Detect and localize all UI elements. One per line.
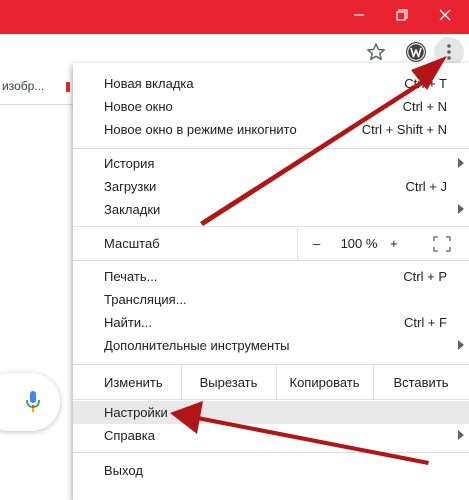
title-bar [0, 0, 469, 34]
menu-item-label: Дополнительные инструменты [104, 338, 290, 353]
zoom-value: 100 % [340, 236, 378, 251]
menu-item-shortcut: Ctrl + Shift + N [361, 122, 447, 137]
star-icon [367, 43, 385, 61]
menu-item-cast[interactable]: Трансляция... [73, 288, 469, 311]
page-tabs-strip: изобр... [0, 70, 80, 105]
microphone-icon[interactable] [24, 390, 42, 414]
menu-item-shortcut: Ctrl + F [404, 315, 447, 330]
close-icon [439, 9, 451, 21]
zoom-in-button[interactable]: + [390, 236, 398, 251]
menu-separator [73, 452, 469, 453]
menu-item-label: Новое окно [104, 99, 173, 114]
cut-button[interactable]: Вырезать [181, 365, 276, 400]
menu-separator [73, 399, 469, 400]
menu-separator [73, 226, 469, 227]
menu-item-downloads[interactable]: Загрузки Ctrl + J [73, 175, 469, 198]
menu-item-label: Новая вкладка [104, 76, 194, 91]
minimize-button[interactable] [337, 0, 381, 30]
menu-item-bookmarks[interactable]: Закладки [73, 198, 469, 221]
minimize-icon [354, 14, 364, 16]
menu-item-label: Загрузки [104, 179, 157, 194]
submenu-arrow-icon [458, 340, 464, 350]
submenu-arrow-icon [458, 430, 464, 440]
bookmark-star-button[interactable] [365, 41, 387, 63]
menu-item-incognito[interactable]: Новое окно в режиме инкогнито Ctrl + Shi… [73, 118, 469, 141]
page-marker [66, 82, 70, 92]
menu-item-new-tab[interactable]: Новая вкладка Ctrl + T [73, 72, 469, 95]
menu-item-label: Справка [104, 428, 155, 443]
menu-item-label: Трансляция... [104, 292, 187, 307]
menu-item-label: Печать... [104, 269, 158, 284]
menu-item-shortcut: Ctrl + T [404, 76, 447, 91]
zoom-label: Масштаб [104, 236, 160, 251]
menu-item-label: Выход [104, 463, 143, 478]
menu-edit-row: Изменить Вырезать Копировать Вставить [73, 365, 469, 400]
wordpress-extension-button[interactable] [405, 41, 427, 63]
zoom-out-button[interactable]: – [313, 236, 320, 251]
menu-separator [73, 148, 469, 149]
close-button[interactable] [423, 0, 467, 30]
menu-item-help[interactable]: Справка [73, 424, 469, 447]
menu-item-more-tools[interactable]: Дополнительные инструменты [73, 334, 469, 357]
wordpress-icon [406, 42, 426, 62]
menu-item-print[interactable]: Печать... Ctrl + P [73, 265, 469, 288]
menu-item-shortcut: Ctrl + N [402, 99, 447, 114]
page-link-partial[interactable]: изобр... [2, 79, 44, 93]
submenu-arrow-icon [458, 158, 464, 168]
edit-label: Изменить [104, 375, 163, 390]
menu-separator [73, 260, 469, 261]
menu-item-label: Найти... [104, 315, 152, 330]
menu-item-settings[interactable]: Настройки [73, 401, 469, 424]
chrome-main-menu: Новая вкладка Ctrl + T Новое окно Ctrl +… [73, 63, 469, 500]
copy-button[interactable]: Копировать [276, 365, 373, 400]
menu-zoom-row: Масштаб – 100 % + [73, 228, 469, 260]
paste-button[interactable]: Вставить [373, 365, 469, 400]
submenu-arrow-icon [458, 204, 464, 214]
menu-item-exit[interactable]: Выход [73, 459, 469, 482]
menu-item-shortcut: Ctrl + J [405, 179, 447, 194]
restore-button[interactable] [380, 0, 424, 30]
menu-item-shortcut: Ctrl + P [403, 269, 447, 284]
menu-item-label: Закладки [104, 202, 161, 217]
menu-item-find[interactable]: Найти... Ctrl + F [73, 311, 469, 334]
fullscreen-icon[interactable] [433, 236, 451, 252]
kebab-menu-icon [447, 44, 451, 60]
menu-item-history[interactable]: История [73, 152, 469, 175]
restore-icon [396, 9, 408, 21]
zoom-controls: – 100 % + [297, 228, 469, 260]
menu-item-label: Новое окно в режиме инкогнито [104, 122, 297, 137]
menu-item-new-window[interactable]: Новое окно Ctrl + N [73, 95, 469, 118]
menu-item-label: История [104, 156, 155, 171]
menu-item-label: Настройки [104, 405, 168, 420]
